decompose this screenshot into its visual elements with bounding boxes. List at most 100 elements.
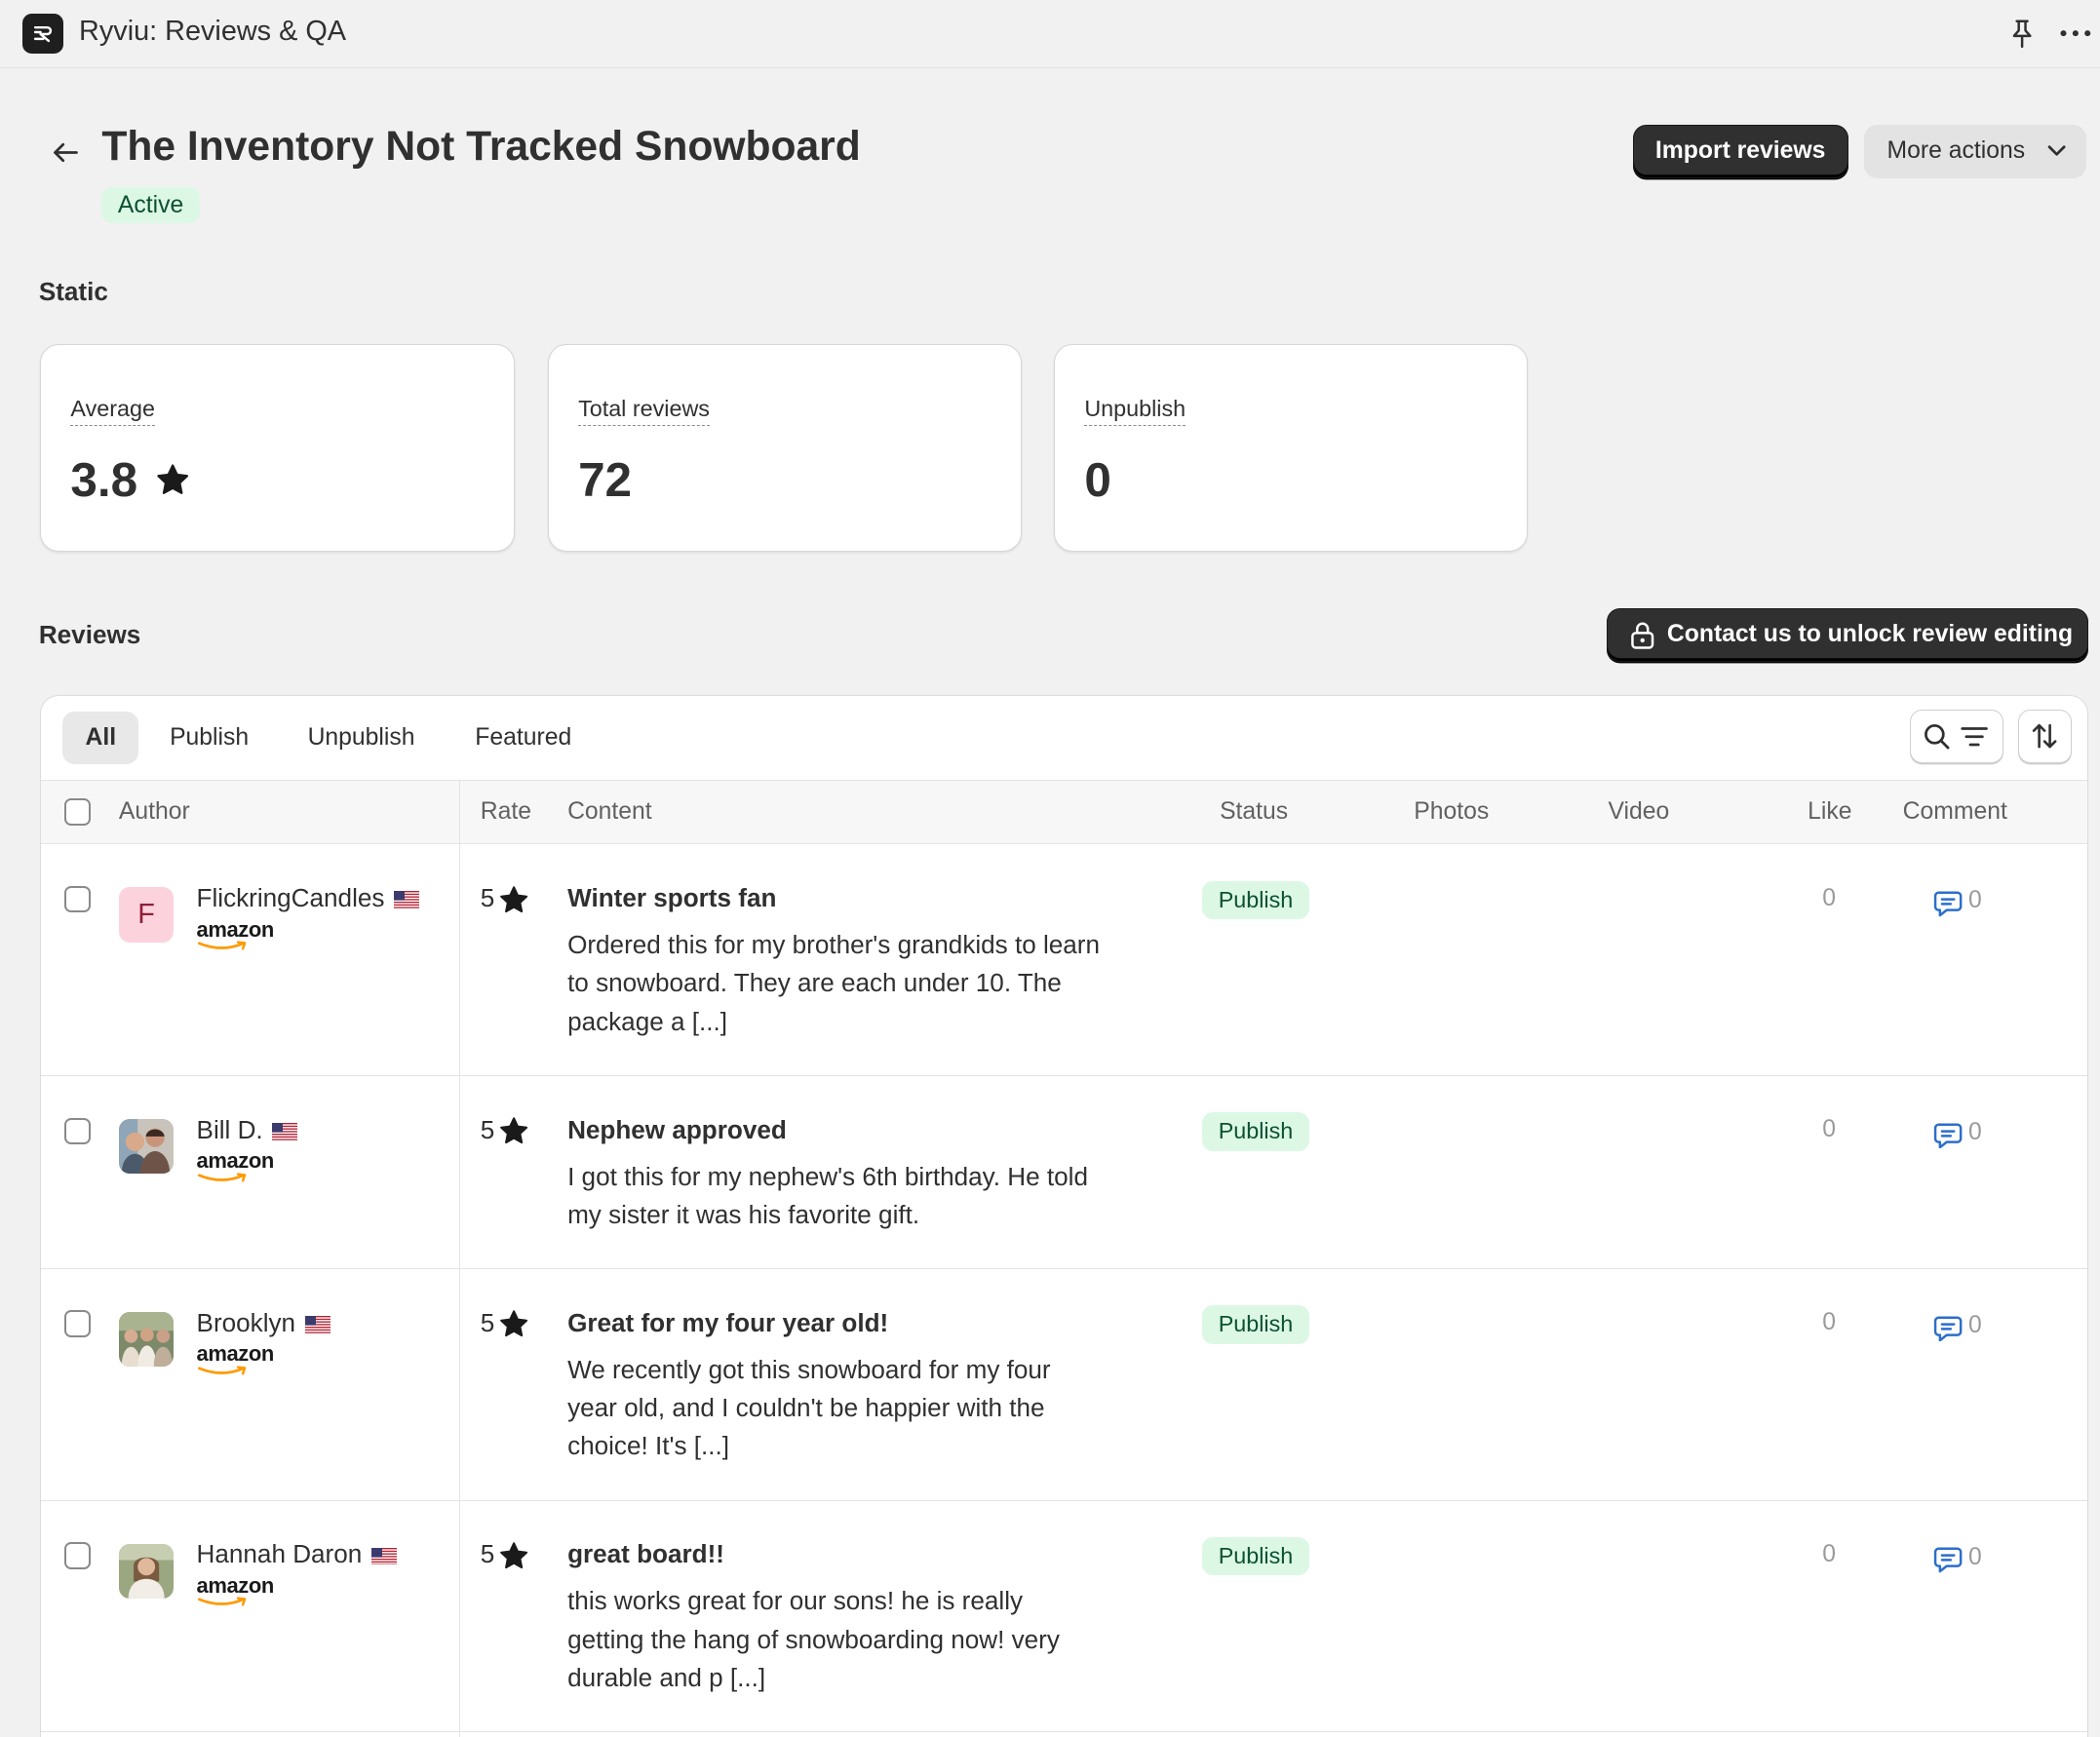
comment-count: 0 [1967, 1119, 1982, 1146]
pin-icon[interactable] [2007, 19, 2037, 51]
reviews-table-card: All Publish Unpublish Featured Author Ra… [40, 694, 2088, 1737]
comment-icon[interactable] [1933, 1122, 1963, 1148]
tab-publish[interactable]: Publish [147, 712, 272, 764]
table-row[interactable]: F FlickringCandles amazon 5 Winter sport… [41, 844, 2087, 1077]
column-author[interactable]: Author [119, 798, 190, 826]
app-title: Ryviu: Reviews & QA [79, 16, 346, 48]
star-icon [499, 885, 528, 914]
like-count: 0 [1822, 1116, 1836, 1143]
star-icon [499, 1309, 528, 1338]
more-actions-button[interactable]: More actions [1864, 124, 2087, 178]
row-checkbox[interactable] [63, 1117, 92, 1145]
page-title: The Inventory Not Tracked Snowboard [101, 123, 861, 171]
author-name-text: FlickringCandles [196, 883, 385, 913]
status-badge: Publish [1202, 880, 1309, 920]
avatar [118, 1119, 175, 1175]
column-content[interactable]: Content [567, 798, 652, 826]
unpublish-value: 0 [1084, 452, 1111, 507]
sort-icon [2032, 723, 2057, 749]
comment-count: 0 [1967, 887, 1982, 914]
rating-value: 5 [480, 1539, 495, 1569]
us-flag-icon [272, 1123, 297, 1140]
rating-value: 5 [480, 1307, 495, 1337]
tab-featured[interactable]: Featured [452, 712, 595, 764]
row-checkbox[interactable] [63, 886, 92, 913]
star-icon [499, 1116, 528, 1145]
app-top-bar: Ryviu: Reviews & QA [0, 0, 2100, 68]
select-all-checkbox[interactable] [63, 798, 92, 826]
avatar: F [118, 887, 175, 943]
table-header: Author Rate Content Status Photos Video … [41, 780, 2087, 845]
author-name-text: Brooklyn [196, 1307, 296, 1337]
us-flag-icon [371, 1548, 397, 1565]
amazon-smile-icon [198, 1597, 252, 1607]
horizontal-dots-icon[interactable] [2058, 19, 2093, 48]
table-row[interactable]: Bill D. amazon 5 Nephew approved I got t… [41, 1076, 2087, 1269]
app-page: Ryviu: Reviews & QA The Inventory Not Tr… [0, 0, 2100, 1737]
tab-all[interactable]: All [62, 712, 139, 764]
column-like[interactable]: Like [1808, 798, 1851, 826]
search-icon [1924, 724, 1950, 750]
like-count: 0 [1822, 1309, 1836, 1336]
sort-button[interactable] [2017, 709, 2072, 763]
author-name: FlickringCandles [197, 883, 420, 913]
rating-value: 5 [480, 1114, 495, 1144]
average-label: Average [70, 396, 155, 426]
like-count: 0 [1822, 884, 1836, 911]
chevron-down-icon [2048, 145, 2066, 157]
avatar [118, 1543, 175, 1599]
review-source: amazon [196, 1341, 275, 1367]
column-video[interactable]: Video [1608, 798, 1669, 826]
review-title: Great for my four year old! [567, 1307, 889, 1337]
total-reviews-card: Total reviews 72 [547, 344, 1023, 552]
tab-unpublish[interactable]: Unpublish [285, 712, 438, 764]
unlock-editing-button[interactable]: Contact us to unlock review editing [1607, 607, 2088, 662]
author-name-text: Hannah Daron [196, 1539, 363, 1569]
star-icon [499, 1541, 528, 1570]
row-checkbox[interactable] [63, 1542, 92, 1569]
status-badge: Publish [1202, 1304, 1309, 1344]
total-reviews-value: 72 [578, 452, 633, 507]
search-filter-button[interactable] [1909, 709, 2003, 763]
average-value: 3.8 [70, 452, 138, 507]
table-row[interactable]: Hannah Daron amazon 5 great board!! this… [41, 1501, 2087, 1733]
star-icon [156, 463, 189, 496]
column-comment[interactable]: Comment [1903, 798, 2007, 826]
ryviu-logo-icon [22, 13, 63, 54]
like-count: 0 [1822, 1540, 1836, 1567]
review-body: We recently got this snowboard for my fo… [567, 1354, 1051, 1460]
review-source: amazon [196, 916, 275, 942]
amazon-smile-icon [198, 1366, 252, 1376]
comment-icon[interactable] [1933, 1315, 1963, 1341]
comment-icon[interactable] [1933, 1546, 1963, 1572]
review-body: Ordered this for my brother's grandkids … [567, 930, 1101, 1036]
amazon-smile-icon [198, 941, 252, 951]
column-rate[interactable]: Rate [481, 798, 531, 826]
author-name: Bill D. [197, 1115, 298, 1145]
comment-icon[interactable] [1933, 890, 1963, 916]
row-checkbox[interactable] [63, 1310, 92, 1337]
static-heading: Static [38, 277, 108, 307]
arrow-left-icon[interactable] [50, 136, 82, 169]
average-card: Average 3.8 [40, 344, 515, 552]
comment-count: 0 [1967, 1311, 1982, 1338]
review-title: Winter sports fan [567, 883, 777, 913]
import-reviews-button[interactable]: Import reviews [1632, 124, 1848, 178]
review-title: Nephew approved [567, 1114, 787, 1144]
unlock-editing-label: Contact us to unlock review editing [1666, 620, 2074, 647]
review-source: amazon [196, 1148, 275, 1174]
author-name: Brooklyn [197, 1308, 331, 1338]
review-body: I got this for my nephew's 6th birthday.… [567, 1161, 1088, 1230]
status-badge: Publish [1202, 1112, 1309, 1151]
column-photos[interactable]: Photos [1414, 798, 1489, 826]
filter-icon [1961, 727, 1989, 747]
review-title: great board!! [567, 1539, 724, 1569]
review-source: amazon [196, 1572, 275, 1598]
us-flag-icon [305, 1316, 331, 1333]
table-row[interactable]: Brooklyn amazon 5 Great for my four year… [41, 1269, 2087, 1501]
unpublish-label: Unpublish [1084, 396, 1186, 426]
more-actions-label: More actions [1886, 136, 2026, 164]
unpublish-card: Unpublish 0 [1054, 344, 1529, 552]
review-body: this works great for our sons! he is rea… [567, 1586, 1060, 1692]
column-status[interactable]: Status [1220, 798, 1288, 826]
